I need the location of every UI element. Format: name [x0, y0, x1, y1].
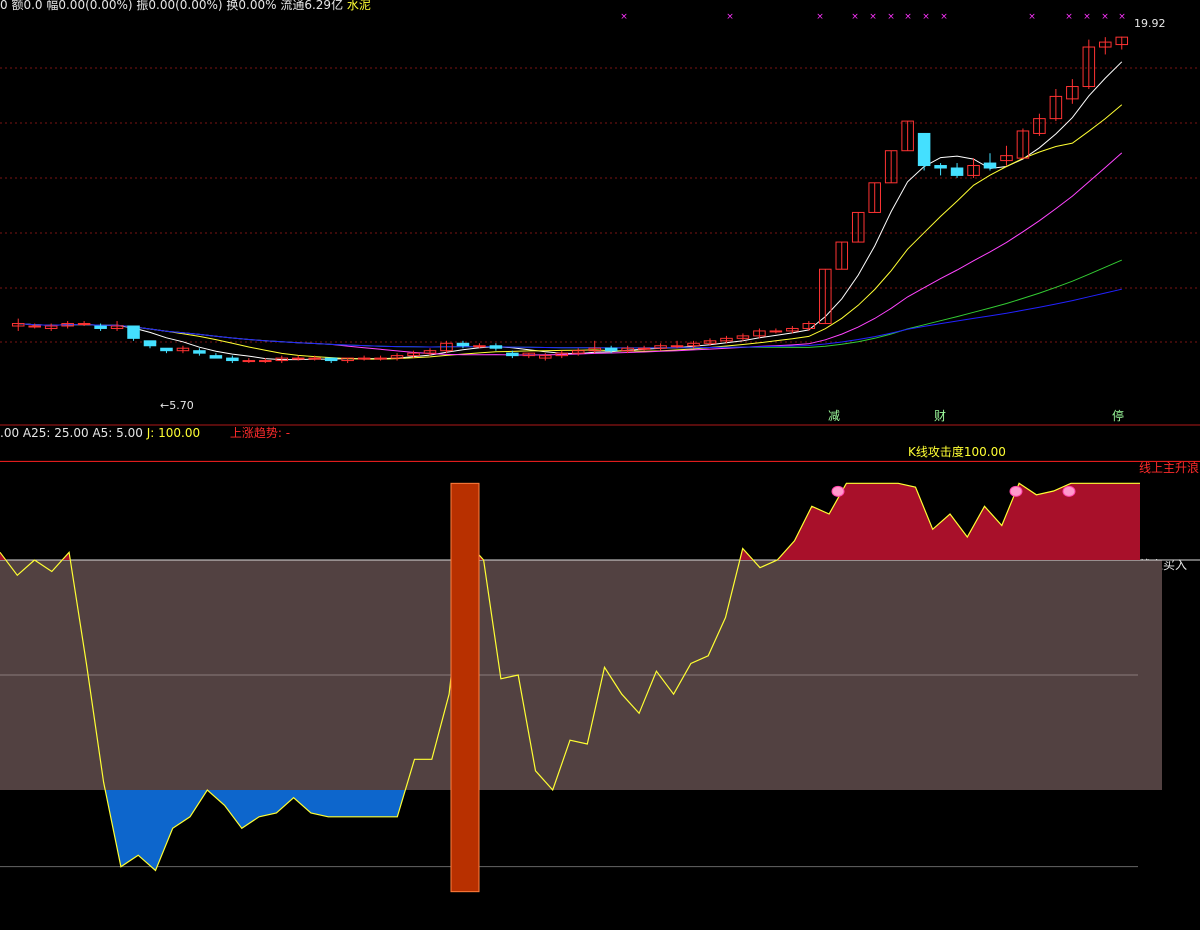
stock-chart-window: 0 额0.0 幅0.00(0.00%) 振0.00(0.00%) 换0.00% … — [0, 0, 1200, 930]
candle-body — [242, 360, 256, 363]
candle-body — [506, 352, 519, 357]
peak-gem-icon — [1062, 485, 1076, 497]
candle-body — [308, 357, 321, 360]
ma5-line — [18, 61, 1123, 361]
candle-body — [259, 360, 272, 363]
candle-body — [604, 347, 618, 352]
candle-body — [670, 345, 684, 348]
top-marker: × — [1083, 12, 1091, 22]
ma60-line — [18, 259, 1122, 349]
candle-body — [143, 340, 157, 347]
chart-canvas: × × × × × × × × × × × × × × — [0, 12, 1200, 893]
top-marker: × — [851, 12, 859, 22]
candle-body — [193, 350, 206, 354]
top-marker: × — [869, 12, 877, 22]
candle-body — [357, 357, 371, 360]
candle-body — [226, 357, 239, 362]
candle-body — [983, 162, 997, 169]
top-marker: × — [816, 12, 824, 22]
candle-body — [160, 347, 173, 352]
candle-body — [209, 355, 223, 359]
candle-body — [291, 357, 305, 360]
peak-gem-icon — [1009, 485, 1023, 497]
candle-body — [77, 323, 91, 326]
candle-body — [324, 357, 338, 362]
ma120-line — [18, 288, 1122, 349]
candle-body — [374, 357, 387, 360]
candle-body — [917, 132, 931, 167]
candle-body — [127, 325, 140, 339]
candle-body — [94, 325, 107, 329]
top-marker: × — [620, 12, 628, 22]
candle-body — [934, 165, 947, 169]
top-marker: × — [1065, 12, 1073, 22]
top-marker: × — [904, 12, 912, 22]
top-marker: × — [726, 12, 734, 22]
top-marker: × — [922, 12, 930, 22]
oversold-fill — [105, 790, 406, 871]
candle-body — [28, 325, 41, 328]
top-marker: × — [940, 12, 948, 22]
candle-body — [456, 342, 470, 347]
ma20-line — [18, 152, 1123, 356]
peak-gem-icon — [831, 485, 845, 497]
overbought-fill — [0, 483, 1140, 560]
highlight-bar — [450, 482, 480, 893]
top-marker: × — [1028, 12, 1036, 22]
candle-body — [950, 167, 964, 176]
candle-body — [637, 347, 651, 350]
top-marker: × — [1101, 12, 1109, 22]
candle-body — [473, 345, 486, 348]
candle-body — [769, 330, 783, 333]
top-marker: × — [1118, 12, 1126, 22]
candle-body — [489, 345, 503, 349]
top-marker: × — [887, 12, 895, 22]
